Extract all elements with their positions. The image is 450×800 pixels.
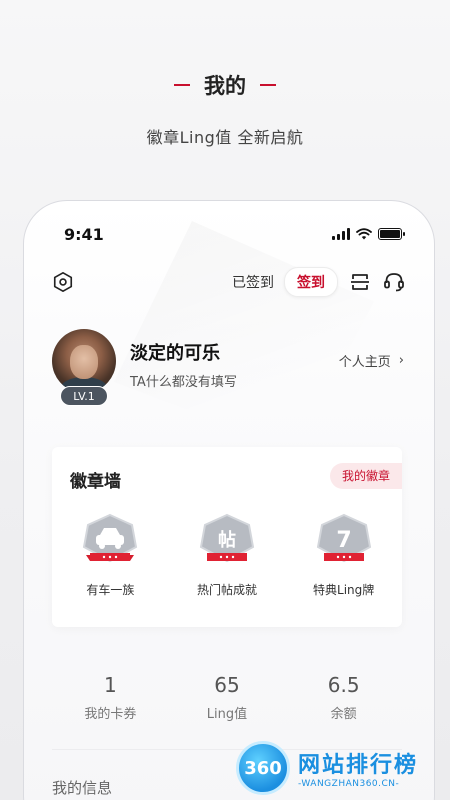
avatar[interactable] (52, 329, 116, 393)
settings-hex-icon[interactable] (52, 271, 74, 293)
chevron-right-icon: › (398, 353, 404, 368)
status-bar: 9:41 (64, 223, 405, 245)
promo-subtitle: 徽章Ling值 全新启航 (146, 128, 304, 147)
personal-homepage-label: 个人主页 (338, 355, 391, 370)
badge-wall-title: 徽章墙 (70, 472, 121, 492)
battery-icon (378, 228, 405, 240)
stat-balance[interactable]: 6.5 余额 (294, 673, 394, 722)
badge-label: 特典Ling牌 (313, 583, 375, 597)
stat-label: 余额 (330, 707, 357, 722)
badge-label: 有车一族 (86, 583, 135, 597)
stat-value: 65 (214, 673, 240, 697)
watermark: 360 网站排行榜 -WANGZHAN360.CN- (236, 741, 446, 795)
bio-text: TA什么都没有填写 (130, 375, 237, 390)
profile-section: LV.1 淡定的可乐 TA什么都没有填写 个人主页 › (52, 329, 404, 409)
status-icons (332, 228, 405, 240)
wifi-icon (356, 228, 372, 240)
promo-title: 我的 (0, 70, 450, 100)
watermark-text: 网站排行榜 -WANGZHAN360.CN- (298, 747, 418, 789)
stat-value: 1 (103, 673, 117, 697)
badge-item[interactable]: 帖 热门帖成就 (177, 511, 277, 598)
my-badges-button[interactable]: 我的徽章 (329, 463, 402, 489)
watermark-logo: 360 (236, 741, 290, 795)
stat-label: 我的卡券 (84, 707, 137, 722)
my-info-section-title: 我的信息 (52, 779, 113, 797)
watermark-title: 网站排行榜 (298, 753, 419, 778)
badge-item[interactable]: 7 特典Ling牌 (294, 511, 394, 598)
signin-button[interactable]: 签到 (284, 267, 338, 297)
header-actions: 已签到 签到 (232, 267, 406, 297)
personal-homepage-link[interactable]: 个人主页 › (339, 351, 404, 370)
watermark-url: -WANGZHAN360.CN- (298, 779, 400, 789)
stat-label: Ling值 (206, 707, 248, 722)
ling-card-badge-icon: 7 (316, 513, 371, 563)
badge-glyph: 帖 (218, 529, 236, 551)
phone-frame: 9:41 已签到 签到 LV.1 淡定的可乐 TA什么都没有填写 个人主页 › … (23, 200, 435, 800)
promo-title-text: 我的 (204, 74, 246, 98)
level-badge: LV.1 (60, 386, 108, 406)
title-dash-left (174, 84, 190, 86)
scan-icon[interactable] (348, 270, 372, 294)
hot-post-badge-icon: 帖 (199, 513, 255, 563)
title-dash-right (260, 84, 276, 86)
badge-label: 热门帖成就 (196, 583, 257, 597)
stats-row: 1 我的卡券 65 Ling值 6.5 余额 (52, 673, 402, 722)
stat-value: 6.5 (327, 673, 360, 697)
badge-list: 有车一族 帖 热门帖成就 7 特典Ling牌 (52, 511, 402, 598)
status-time: 9:41 (64, 224, 104, 244)
badge-wall-card: 徽章墙 我的徽章 有车一族 帖 热门帖成就 7 特典Ling牌 (52, 447, 402, 627)
stat-ling[interactable]: 65 Ling值 (177, 673, 277, 722)
badge-item[interactable]: 有车一族 (60, 511, 160, 598)
cellular-signal-icon (332, 228, 350, 240)
badge-glyph: 7 (336, 528, 351, 553)
nickname: 淡定的可乐 (130, 343, 220, 364)
customer-service-icon[interactable] (382, 270, 406, 294)
signed-status-text: 已签到 (232, 275, 274, 291)
header-row: 已签到 签到 (52, 267, 406, 297)
car-badge-icon (83, 513, 138, 563)
stat-coupons[interactable]: 1 我的卡券 (60, 673, 160, 722)
